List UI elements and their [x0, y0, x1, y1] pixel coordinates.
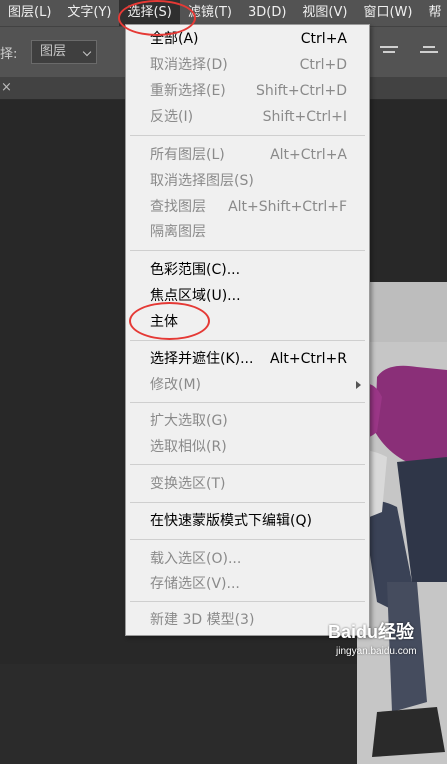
menu-item-quick-mask[interactable]: 在快速蒙版模式下编辑(Q)	[126, 510, 369, 532]
menu-layer[interactable]: 图层(L)	[0, 0, 59, 26]
menu-item-label: 在快速蒙版模式下编辑(Q)	[150, 513, 312, 529]
align-center-icon[interactable]	[420, 46, 438, 58]
menu-item-label: 重新选择(E)	[150, 83, 226, 99]
menu-item-deselect-layers[interactable]: 取消选择图层(S)	[126, 170, 369, 192]
menu-separator	[130, 402, 365, 403]
menu-item-label: 色彩范围(C)...	[150, 262, 241, 278]
annotation-circle-select-menu	[118, 0, 196, 36]
menu-item-shortcut: Alt+Ctrl+A	[270, 147, 347, 163]
menu-item-label: 选择并遮住(K)...	[150, 351, 254, 367]
menu-item-label: 所有图层(L)	[150, 147, 225, 163]
menu-window[interactable]: 窗口(W)	[355, 0, 420, 26]
menu-separator	[130, 340, 365, 341]
menu-separator	[130, 464, 365, 465]
close-tab-icon[interactable]: ×	[1, 80, 12, 96]
menu-separator	[130, 502, 365, 503]
menu-item-label: 选取相似(R)	[150, 439, 227, 455]
menu-item-shortcut: Alt+Shift+Ctrl+F	[228, 199, 347, 215]
sample-select[interactable]: 图层	[31, 40, 97, 64]
chevron-down-icon	[82, 47, 92, 57]
sample-label: 择:	[0, 47, 18, 62]
menu-item-label: 查找图层	[150, 199, 206, 215]
menu-separator	[130, 601, 365, 602]
menu-item-label: 隔离图层	[150, 224, 206, 240]
annotation-circle-subject	[129, 302, 210, 340]
menu-item-label: 取消选择图层(S)	[150, 173, 254, 189]
menu-item-shortcut: Ctrl+D	[299, 57, 347, 73]
menu-item-isolate-layers[interactable]: 隔离图层	[126, 221, 369, 243]
menu-item-inverse[interactable]: 反选(I) Shift+Ctrl+I	[126, 106, 369, 128]
watermark-logo: Baidu经验	[328, 622, 415, 642]
menubar: 图层(L) 文字(Y) 选择(S) 滤镜(T) 3D(D) 视图(V) 窗口(W…	[0, 0, 447, 26]
menu-item-transform-selection[interactable]: 变换选区(T)	[126, 473, 369, 495]
submenu-arrow-icon	[356, 381, 361, 389]
menu-item-shortcut: Alt+Ctrl+R	[269, 351, 347, 367]
menu-view[interactable]: 视图(V)	[294, 0, 355, 26]
menu-separator	[130, 135, 365, 136]
menu-type[interactable]: 文字(Y)	[59, 0, 119, 26]
menu-item-load-selection[interactable]: 载入选区(O)...	[126, 548, 369, 570]
menu-3d[interactable]: 3D(D)	[240, 0, 294, 26]
menu-item-shortcut: Shift+Ctrl+D	[256, 83, 347, 99]
menu-item-color-range[interactable]: 色彩范围(C)...	[126, 259, 369, 281]
menu-item-save-selection[interactable]: 存储选区(V)...	[126, 573, 369, 595]
menu-item-shortcut: Shift+Ctrl+I	[262, 109, 347, 125]
menu-item-select-and-mask[interactable]: 选择并遮住(K)... Alt+Ctrl+R	[126, 348, 369, 370]
menu-item-find-layers[interactable]: 查找图层 Alt+Shift+Ctrl+F	[126, 196, 369, 218]
menu-item-label: 修改(M)	[150, 377, 202, 393]
menu-item-label: 新建 3D 模型(3)	[150, 612, 255, 628]
menu-item-label: 存储选区(V)...	[150, 576, 240, 592]
menu-separator	[130, 539, 365, 540]
photo-image	[357, 282, 447, 764]
menu-item-grow[interactable]: 扩大选取(G)	[126, 410, 369, 432]
menu-item-all-layers[interactable]: 所有图层(L) Alt+Ctrl+A	[126, 144, 369, 166]
sample-select-value: 图层	[40, 44, 67, 59]
menu-item-shortcut: Ctrl+A	[300, 31, 347, 47]
menu-item-label: 反选(I)	[150, 109, 194, 125]
menu-item-label: 变换选区(T)	[150, 476, 226, 492]
align-top-icon[interactable]	[380, 46, 398, 58]
watermark-url: jingyan.baidu.com	[336, 646, 417, 657]
menu-item-label: 取消选择(D)	[150, 57, 228, 73]
baidu-jingyan-watermark: Baidu经验 jingyan.baidu.com	[328, 612, 447, 664]
menu-item-reselect[interactable]: 重新选择(E) Shift+Ctrl+D	[126, 80, 369, 102]
menu-item-modify[interactable]: 修改(M)	[126, 374, 369, 396]
menu-help[interactable]: 帮	[420, 0, 447, 26]
menu-item-label: 载入选区(O)...	[150, 551, 242, 567]
menu-item-deselect[interactable]: 取消选择(D) Ctrl+D	[126, 54, 369, 76]
menu-item-label: 扩大选取(G)	[150, 413, 228, 429]
menu-separator	[130, 250, 365, 251]
menu-item-similar[interactable]: 选取相似(R)	[126, 436, 369, 458]
